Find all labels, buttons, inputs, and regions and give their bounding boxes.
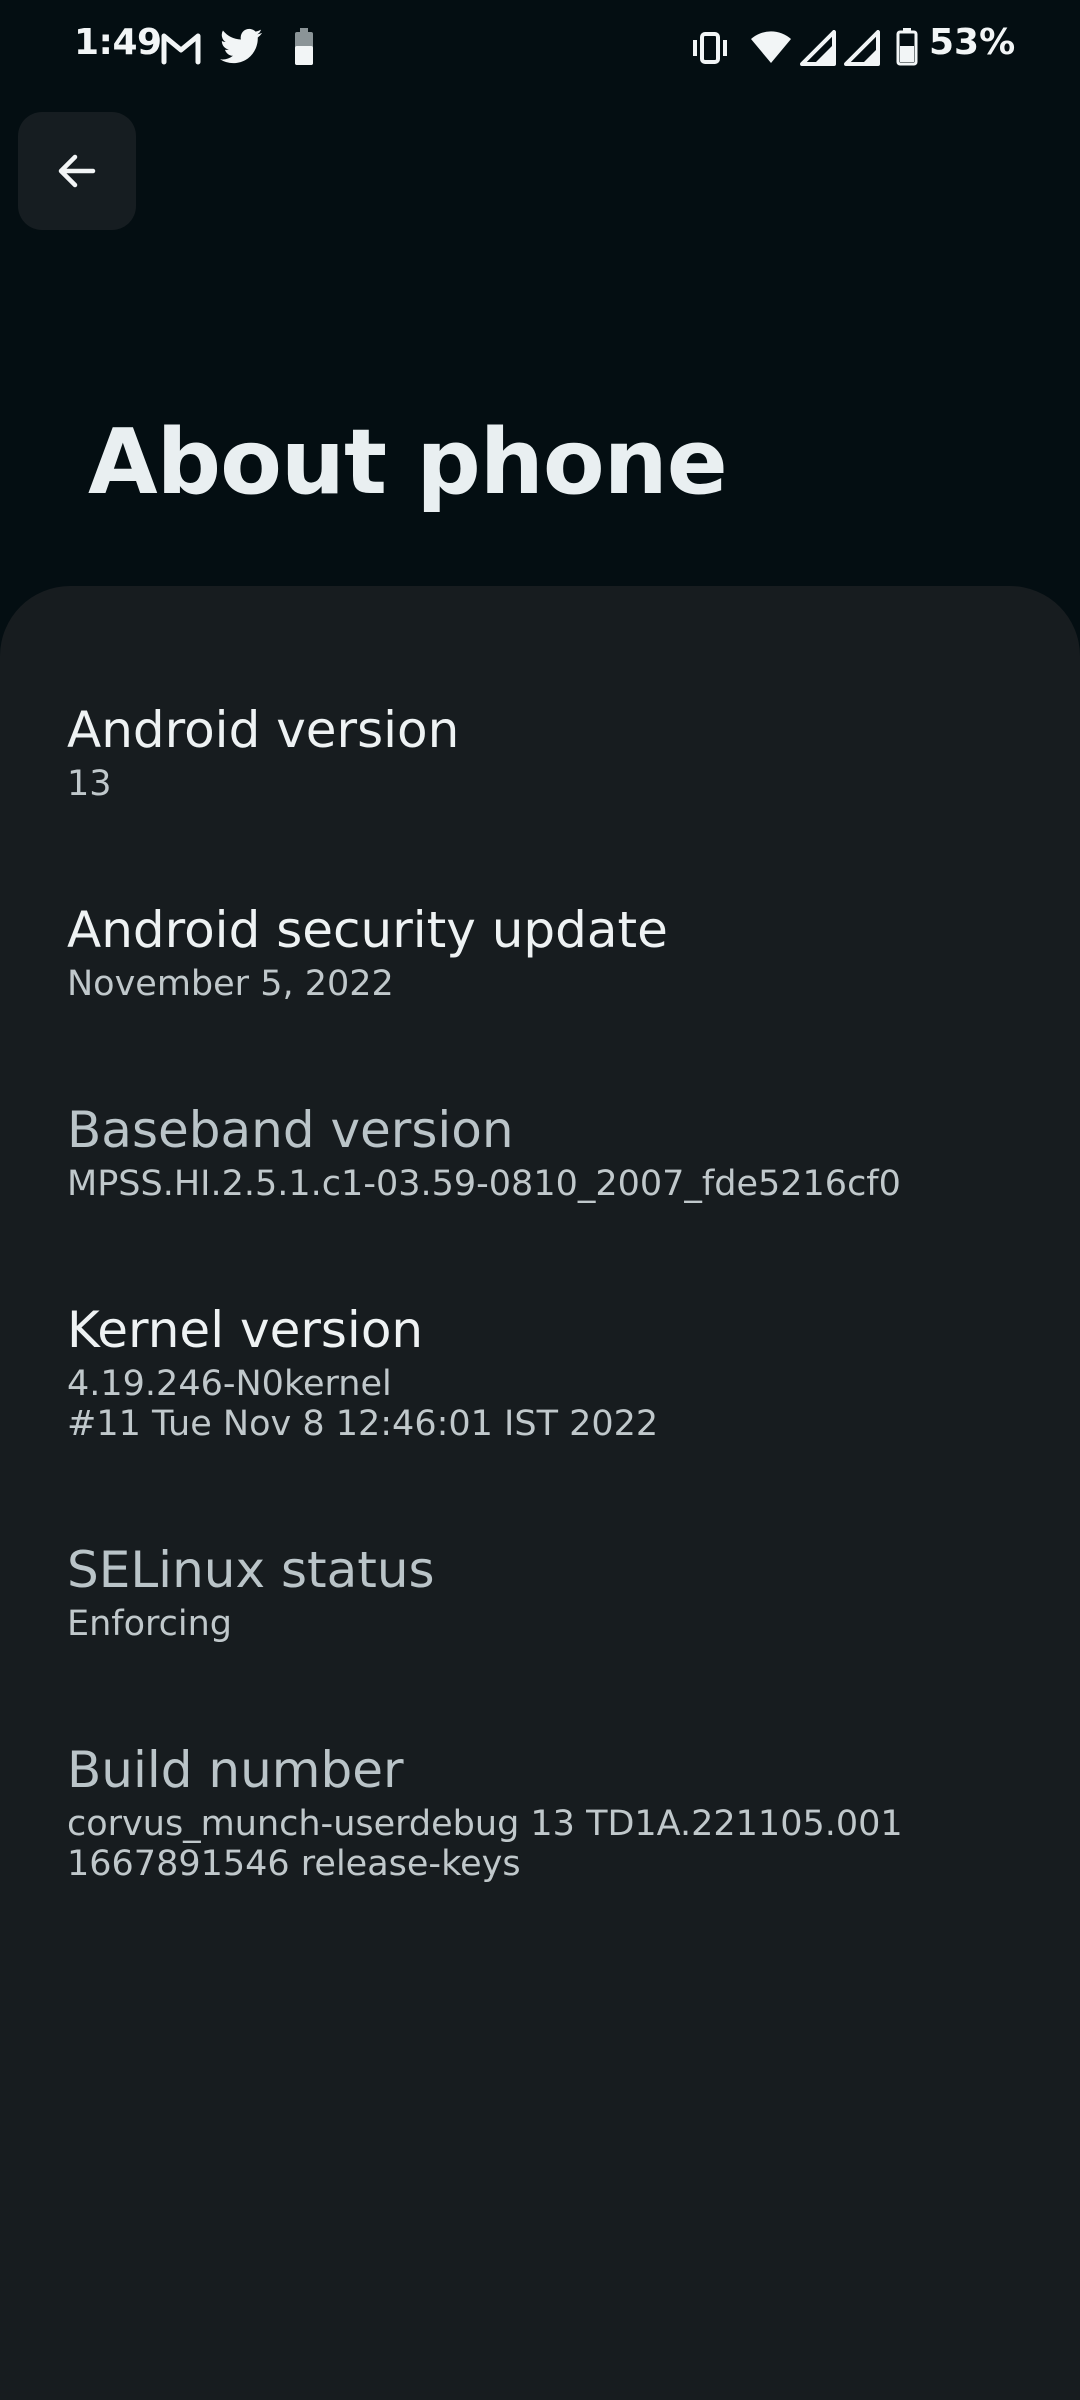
wifi-icon — [751, 31, 791, 63]
battery-saver-icon — [295, 28, 313, 65]
battery-icon — [896, 28, 918, 66]
pref-title: SELinux status — [67, 1541, 435, 1599]
back-button[interactable] — [18, 112, 136, 230]
pref-summary: MPSS.HI.2.5.1.c1-03.59-0810_2007_fde5216… — [67, 1164, 901, 1204]
vibrate-icon — [693, 32, 727, 64]
pref-title: Baseband version — [67, 1101, 514, 1159]
pref-title: Android version — [67, 701, 460, 759]
arrow-left-icon — [58, 154, 96, 188]
twitter-icon — [220, 28, 263, 64]
pref-title: Kernel version — [67, 1301, 424, 1359]
pref-title: Android security update — [67, 901, 668, 959]
gmail-icon — [161, 33, 201, 65]
pref-security-update[interactable]: Android security update November 5, 2022 — [67, 900, 1047, 1004]
pref-title: Build number — [67, 1741, 404, 1799]
battery-percent: 53% — [929, 22, 1016, 63]
pref-summary: 13 — [67, 764, 112, 804]
pref-summary: November 5, 2022 — [67, 964, 394, 1004]
page-title: About phone — [88, 410, 728, 515]
status-bar: 1:49 53% — [0, 0, 1080, 96]
signal-icon — [844, 30, 880, 66]
pref-selinux-status: SELinux status Enforcing — [67, 1540, 1047, 1644]
pref-summary: 4.19.246-N0kernel #11 Tue Nov 8 12:46:01… — [67, 1364, 659, 1444]
pref-build-number[interactable]: Build number corvus_munch-userdebug 13 T… — [67, 1740, 1047, 1884]
settings-list — [0, 586, 1080, 2400]
pref-baseband-version: Baseband version MPSS.HI.2.5.1.c1-03.59-… — [67, 1100, 1047, 1204]
status-time: 1:49 — [74, 22, 162, 63]
pref-summary: corvus_munch-userdebug 13 TD1A.221105.00… — [67, 1804, 903, 1884]
signal-icon — [800, 30, 836, 66]
pref-summary: Enforcing — [67, 1604, 233, 1644]
pref-kernel-version[interactable]: Kernel version 4.19.246-N0kernel #11 Tue… — [67, 1300, 1047, 1444]
pref-android-version[interactable]: Android version 13 — [67, 700, 1047, 804]
